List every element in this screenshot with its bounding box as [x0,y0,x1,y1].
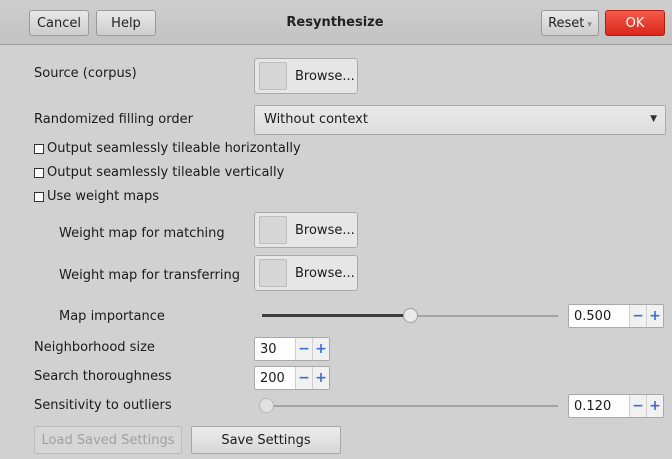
neighborhood-size-label: Neighborhood size [34,340,155,355]
load-saved-settings-button[interactable]: Load Saved Settings [34,426,182,454]
matching-preview-swatch [259,216,287,244]
search-thoroughness-spinbox[interactable]: 200 − + [254,366,330,390]
slider-handle[interactable] [403,308,418,323]
map-importance-value[interactable]: 0.500 [569,309,629,324]
sensitivity-outliers-label: Sensitivity to outliers [34,398,172,413]
neighborhood-size-spinbox[interactable]: 30 − + [254,337,330,361]
use-weight-maps-label: Use weight maps [47,189,160,204]
map-importance-label: Map importance [59,309,165,324]
increment-icon[interactable]: + [312,367,329,389]
increment-icon[interactable]: + [646,305,663,327]
map-importance-spinbox[interactable]: 0.500 − + [568,304,664,328]
reset-label: Reset [548,16,585,31]
source-label: Source (corpus) [34,66,137,81]
source-browse-label: Browse... [295,68,355,84]
use-weight-maps-checkbox[interactable]: Use weight maps [34,189,159,204]
transferring-preview-swatch [259,259,287,287]
slider-track [266,405,558,407]
decrement-icon[interactable]: − [629,395,646,417]
decrement-icon[interactable]: − [629,305,646,327]
filling-order-value: Without context [264,112,368,127]
help-button[interactable]: Help [96,10,156,36]
dropdown-arrow-icon: ▼ [650,114,657,124]
resynthesize-dialog: Cancel Help Resynthesize Reset ▾ OK Sourc… [0,0,672,459]
checkbox-box[interactable] [34,191,44,202]
filling-order-label: Randomized filling order [34,112,193,127]
decrement-icon[interactable]: − [295,338,312,360]
sensitivity-outliers-value[interactable]: 0.120 [569,399,629,414]
dialog-title: Resynthesize [286,15,384,30]
tile-horizontal-label: Output seamlessly tileable horizontally [47,141,301,156]
tile-vertical-checkbox[interactable]: Output seamlessly tileable vertically [34,165,284,180]
weight-map-matching-browse-button[interactable]: Browse... [254,212,358,248]
source-preview-swatch [259,62,287,90]
neighborhood-size-value[interactable]: 30 [255,342,295,357]
sensitivity-outliers-slider[interactable] [259,395,558,417]
matching-browse-label: Browse... [295,222,355,238]
chevron-down-icon: ▾ [587,20,592,30]
filling-order-select[interactable]: Without context ▼ [254,105,666,135]
slider-handle[interactable] [259,398,274,413]
slider-fill [262,314,410,317]
sensitivity-outliers-spinbox[interactable]: 0.120 − + [568,394,664,418]
search-thoroughness-label: Search thoroughness [34,369,172,384]
checkbox-box[interactable] [34,167,44,178]
weight-map-transferring-label: Weight map for transferring [59,268,241,283]
dialog-header: Cancel Help Resynthesize Reset ▾ OK [0,0,672,45]
source-browse-button[interactable]: Browse... [254,58,358,94]
increment-icon[interactable]: + [646,395,663,417]
save-settings-button[interactable]: Save Settings [191,426,341,454]
checkbox-box[interactable] [34,143,44,154]
cancel-button[interactable]: Cancel [29,10,89,36]
weight-map-transferring-browse-button[interactable]: Browse... [254,255,358,291]
ok-button[interactable]: OK [605,10,665,36]
tile-vertical-label: Output seamlessly tileable vertically [47,165,285,180]
search-thoroughness-value[interactable]: 200 [255,371,295,386]
increment-icon[interactable]: + [312,338,329,360]
weight-map-matching-label: Weight map for matching [59,226,225,241]
decrement-icon[interactable]: − [295,367,312,389]
tile-horizontal-checkbox[interactable]: Output seamlessly tileable horizontally [34,141,301,156]
reset-button[interactable]: Reset ▾ [541,10,599,36]
transferring-browse-label: Browse... [295,265,355,281]
map-importance-slider[interactable] [262,305,558,327]
